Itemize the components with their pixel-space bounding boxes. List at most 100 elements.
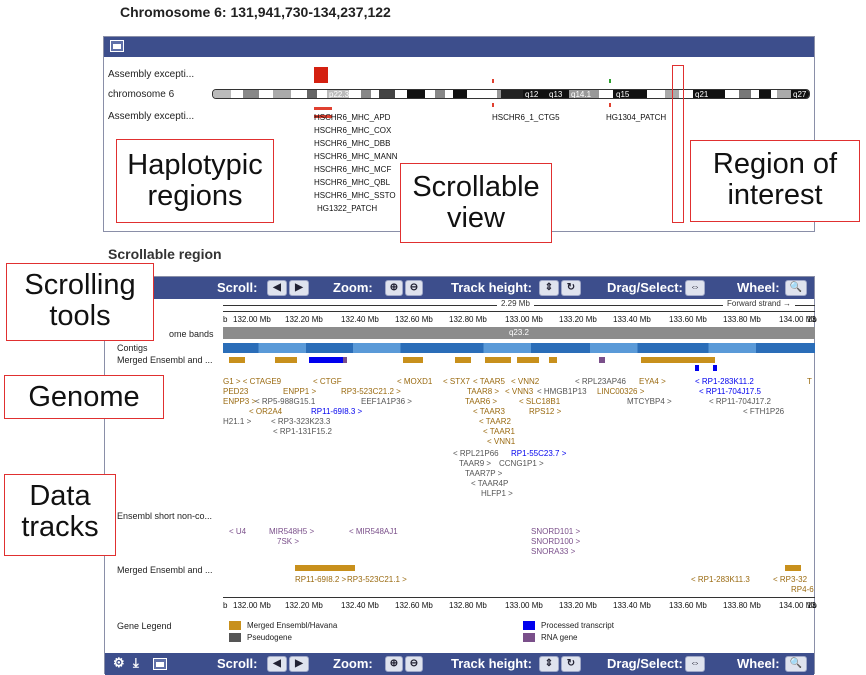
gene-label[interactable]: RP11-69I8.3 >: [311, 407, 362, 416]
gene-label[interactable]: H21.1 >: [223, 417, 251, 426]
scroll-right-button[interactable]: ▶: [289, 280, 309, 296]
rna-gene-label[interactable]: SNORA33 >: [531, 547, 575, 556]
gene-label[interactable]: < RP3-323K23.3: [271, 417, 330, 426]
haplotype-label[interactable]: HSCHR6_MHC_QBL: [314, 178, 390, 187]
gene-label[interactable]: < RPL21P66: [453, 449, 499, 458]
strand-label: Forward strand →: [723, 299, 796, 308]
zoom-out-button[interactable]: ⊖: [405, 280, 423, 296]
tick-label: 133.40 Mb: [613, 601, 651, 610]
gene-label[interactable]: < RP1-131F15.2: [273, 427, 332, 436]
band-label: q13: [549, 90, 563, 99]
rna-gene-label[interactable]: < U4: [229, 527, 246, 536]
gene-label[interactable]: EEF1A1P36 >: [361, 397, 412, 406]
tick-label: 133.20 Mb: [559, 315, 597, 324]
haplotype-label[interactable]: HSCHR6_MHC_COX: [314, 126, 391, 135]
scroll-left-button[interactable]: ◀: [267, 656, 287, 672]
gene-label[interactable]: RP11-69I8.2 >: [295, 575, 346, 584]
patch-label[interactable]: HSCHR6_1_CTG5: [492, 113, 560, 122]
settings-gear-icon[interactable]: ⚙: [113, 655, 125, 671]
gene-label[interactable]: < RP11-704J17.5: [699, 387, 761, 396]
contig-track[interactable]: [223, 343, 815, 353]
gene-label[interactable]: < RP5-988G15.1: [255, 397, 315, 406]
gene-label[interactable]: RPS12 >: [529, 407, 561, 416]
haplotype-label[interactable]: HSCHR6_MHC_MANN: [314, 152, 398, 161]
gene-label[interactable]: < SLC18B1: [519, 397, 560, 406]
gene-label[interactable]: RP3-523C21.2 >: [341, 387, 401, 396]
haplotype-label[interactable]: HSCHR6_MHC_DBB: [314, 139, 390, 148]
callout-scrolling-tools: Scrolling tools: [6, 263, 154, 341]
gene-label[interactable]: < STX7: [443, 377, 470, 386]
rna-gene-label[interactable]: SNORD100 >: [531, 537, 580, 546]
rna-gene-label[interactable]: SNORD101 >: [531, 527, 580, 536]
export-icon[interactable]: ⤓: [133, 655, 139, 671]
gene-label[interactable]: G1 > < CTAGE9: [223, 377, 281, 386]
rna-gene-label[interactable]: 7SK >: [277, 537, 299, 546]
rna-gene-label[interactable]: MIR548H5 >: [269, 527, 314, 536]
drag-select-toggle-button[interactable]: ⇔: [685, 656, 705, 672]
gene-label[interactable]: < VNN3: [505, 387, 533, 396]
haplotype-label[interactable]: HSCHR6_MHC_SSTO: [314, 191, 396, 200]
gene-label[interactable]: < TAAR2: [479, 417, 511, 426]
band-label: q15: [616, 90, 630, 99]
gene-label[interactable]: PED23: [223, 387, 248, 396]
gene-label[interactable]: < RPL23AP46: [575, 377, 626, 386]
scroll-left-button[interactable]: ◀: [267, 280, 287, 296]
gene-label[interactable]: < OR2A4: [249, 407, 282, 416]
gene-label[interactable]: TAAR7P >: [465, 469, 502, 478]
track-height-reset-button[interactable]: ↻: [561, 656, 581, 672]
haplotype-label[interactable]: HSCHR6_MHC_MCF: [314, 165, 391, 174]
patch-label[interactable]: HG1304_PATCH: [606, 113, 666, 122]
tick-label: 132.20 Mb: [285, 315, 323, 324]
scroll-right-button[interactable]: ▶: [289, 656, 309, 672]
gene-label[interactable]: TAAR8 >: [467, 387, 499, 396]
chromosome-ideogram[interactable]: p22.3 q12 q13 q14.1 q15 q21 q27: [212, 89, 810, 99]
zoom-in-button[interactable]: ⊕: [385, 280, 403, 296]
gene-label[interactable]: ENPP3 >: [223, 397, 256, 406]
wheel-zoom-button[interactable]: 🔍: [785, 656, 807, 672]
gene-label[interactable]: RP4-6: [791, 585, 814, 594]
zoom-in-button[interactable]: ⊕: [385, 656, 403, 672]
gene-label[interactable]: < FTH1P26: [743, 407, 784, 416]
gene-label[interactable]: < TAAR3: [473, 407, 505, 416]
drag-select-label: Drag/Select:: [607, 280, 683, 295]
gene-label[interactable]: < RP1-283K11.3: [691, 575, 750, 584]
wheel-zoom-button[interactable]: 🔍: [785, 280, 807, 296]
gene-label[interactable]: MTCYBP4 >: [627, 397, 672, 406]
region-of-interest-box[interactable]: [672, 65, 684, 223]
gene-label[interactable]: < RP1-283K11.2: [695, 377, 754, 386]
track-height-expand-button[interactable]: ⇕: [539, 656, 559, 672]
legend-label: Processed transcript: [541, 621, 614, 630]
scrollable-region-panel[interactable]: Scroll: ◀ ▶ Zoom: ⊕ ⊖ Track height: ⇕ ↻ …: [104, 276, 817, 675]
gene-label[interactable]: RP3-523C21.1 >: [347, 575, 407, 584]
gene-label[interactable]: < VNN2: [511, 377, 539, 386]
drag-select-toggle-button[interactable]: ⇔: [685, 280, 705, 296]
gene-label[interactable]: < TAAR4P: [471, 479, 508, 488]
gene-label[interactable]: TAAR6 >: [465, 397, 497, 406]
gene-label[interactable]: CCNG1P1 >: [499, 459, 544, 468]
gene-label[interactable]: < TAAR1: [483, 427, 515, 436]
window-icon[interactable]: [153, 658, 167, 670]
gene-label[interactable]: LINC00326 >: [597, 387, 644, 396]
gene-label[interactable]: < MOXD1: [397, 377, 432, 386]
haplotype-label[interactable]: HSCHR6_MHC_APD: [314, 113, 390, 122]
rna-gene-label[interactable]: < MIR548AJ1: [349, 527, 398, 536]
gene-label[interactable]: HLFP1 >: [481, 489, 513, 498]
gene-label[interactable]: T: [807, 377, 812, 386]
gene-label[interactable]: < RP3-32: [773, 575, 807, 584]
gene-label[interactable]: TAAR9 >: [459, 459, 491, 468]
gene-label[interactable]: < TAAR5: [473, 377, 505, 386]
window-icon[interactable]: [110, 40, 124, 52]
callout-data-tracks: Data tracks: [4, 474, 116, 556]
track-height-expand-button[interactable]: ⇕: [539, 280, 559, 296]
gene-label[interactable]: < VNN1: [487, 437, 515, 446]
track-height-reset-button[interactable]: ↻: [561, 280, 581, 296]
gene-label[interactable]: EYA4 >: [639, 377, 666, 386]
gene-label[interactable]: RP1-55C23.7 >: [511, 449, 566, 458]
gene-label[interactable]: < CTGF: [313, 377, 342, 386]
gene-label[interactable]: < HMGB1P13: [537, 387, 587, 396]
chromosome-band-track[interactable]: q23.2: [223, 327, 815, 339]
gene-label[interactable]: ENPP1 >: [283, 387, 316, 396]
zoom-out-button[interactable]: ⊖: [405, 656, 423, 672]
gene-label[interactable]: < RP11-704J17.2: [709, 397, 771, 406]
haplotype-label[interactable]: HG1322_PATCH: [317, 204, 377, 213]
